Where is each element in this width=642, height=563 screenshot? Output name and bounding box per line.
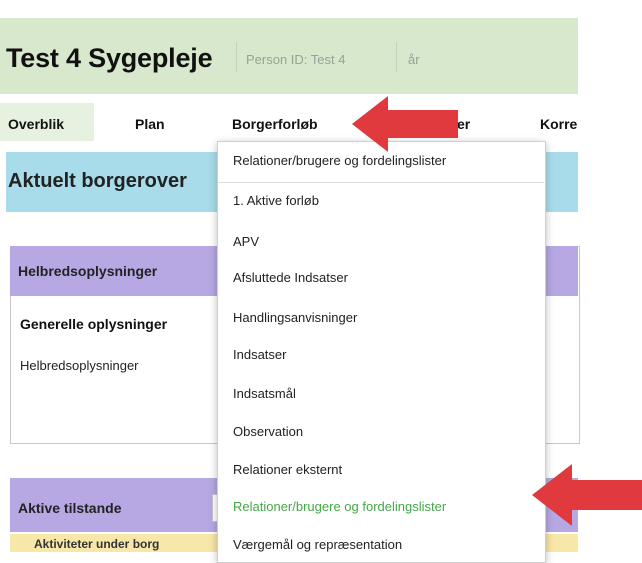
- banner-title: Aktuelt borgerover: [8, 170, 187, 192]
- tab-borgerforloeb[interactable]: Borgerforløb: [232, 116, 318, 132]
- tab-partial[interactable]: er: [457, 116, 470, 132]
- menu-item-active-forloeb[interactable]: 1. Aktive forløb: [233, 193, 319, 208]
- red-arrow-left-icon: [352, 96, 458, 152]
- tab-plan[interactable]: Plan: [135, 116, 165, 132]
- menu-item-external-relations[interactable]: Relationer eksternt: [233, 462, 342, 477]
- person-id-label: Person ID: Test 4: [246, 52, 346, 67]
- menu-item-relations-highlighted[interactable]: Relationer/brugere og fordelingslister: [233, 499, 446, 514]
- menu-divider: [218, 182, 544, 183]
- red-arrow-left-icon: [532, 464, 642, 526]
- header-separator: [396, 42, 397, 72]
- tab-overblik[interactable]: Overblik: [8, 116, 64, 132]
- health-info-link[interactable]: Helbredsoplysninger: [20, 358, 139, 373]
- page-title: Test 4 Sygepleje: [6, 43, 213, 73]
- conditions-panel-title: Aktive tilstande: [18, 500, 122, 516]
- header-separator: [236, 42, 237, 72]
- menu-item-guardianship[interactable]: Værgemål og repræsentation: [233, 537, 402, 552]
- menu-item-handlingsanvisninger[interactable]: Handlingsanvisninger: [233, 310, 357, 325]
- health-panel-title: Helbredsoplysninger: [18, 263, 158, 279]
- menu-item-relations-top[interactable]: Relationer/brugere og fordelingslister: [233, 153, 446, 168]
- menu-item-apv[interactable]: APV: [233, 234, 259, 249]
- age-label: år: [408, 52, 420, 67]
- menu-item-indsatser[interactable]: Indsatser: [233, 347, 286, 362]
- menu-item-indsatsmaal[interactable]: Indsatsmål: [233, 386, 296, 401]
- tab-korrespondance[interactable]: Korre: [540, 116, 577, 132]
- menu-item-observation[interactable]: Observation: [233, 424, 303, 439]
- menu-item-closed-indsatser[interactable]: Afsluttede Indsatser: [233, 270, 348, 285]
- general-info-heading: Generelle oplysninger: [20, 316, 168, 332]
